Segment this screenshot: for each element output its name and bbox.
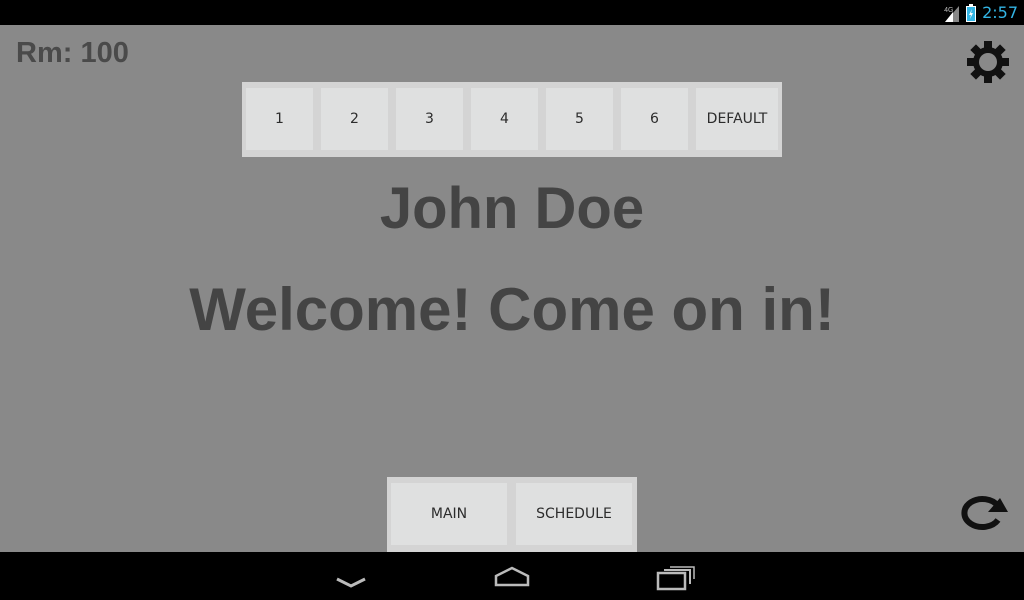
guest-name: John Doe [379,176,645,241]
schedule-button[interactable]: SCHEDULE [516,483,632,545]
tab-bar: 1 2 3 4 5 6 DEFAULT [242,82,782,157]
tab-3[interactable]: 3 [396,88,463,150]
main-button[interactable]: MAIN [391,483,507,545]
status-bar: 4G 2:57 [0,0,1024,25]
tab-2[interactable]: 2 [321,88,388,150]
tab-default[interactable]: DEFAULT [696,88,778,150]
back-icon[interactable] [326,558,376,594]
status-clock: 2:57 [982,3,1018,22]
tab-4[interactable]: 4 [471,88,538,150]
signal-icon: 4G [944,4,960,22]
recents-icon[interactable] [650,558,700,594]
refresh-icon[interactable] [952,490,1010,534]
gear-icon[interactable] [966,40,1010,84]
home-icon[interactable] [487,558,537,594]
welcome-message: Welcome! Come on in! [189,276,835,343]
network-type-label: 4G [944,6,954,14]
room-label: Rm: 100 [16,37,129,69]
tab-5[interactable]: 5 [546,88,613,150]
tab-1[interactable]: 1 [246,88,313,150]
status-icons: 4G 2:57 [944,0,1018,25]
battery-icon [966,3,977,22]
tab-6[interactable]: 6 [621,88,688,150]
system-nav-bar [0,552,1024,600]
bottom-nav: MAIN SCHEDULE [387,477,637,552]
